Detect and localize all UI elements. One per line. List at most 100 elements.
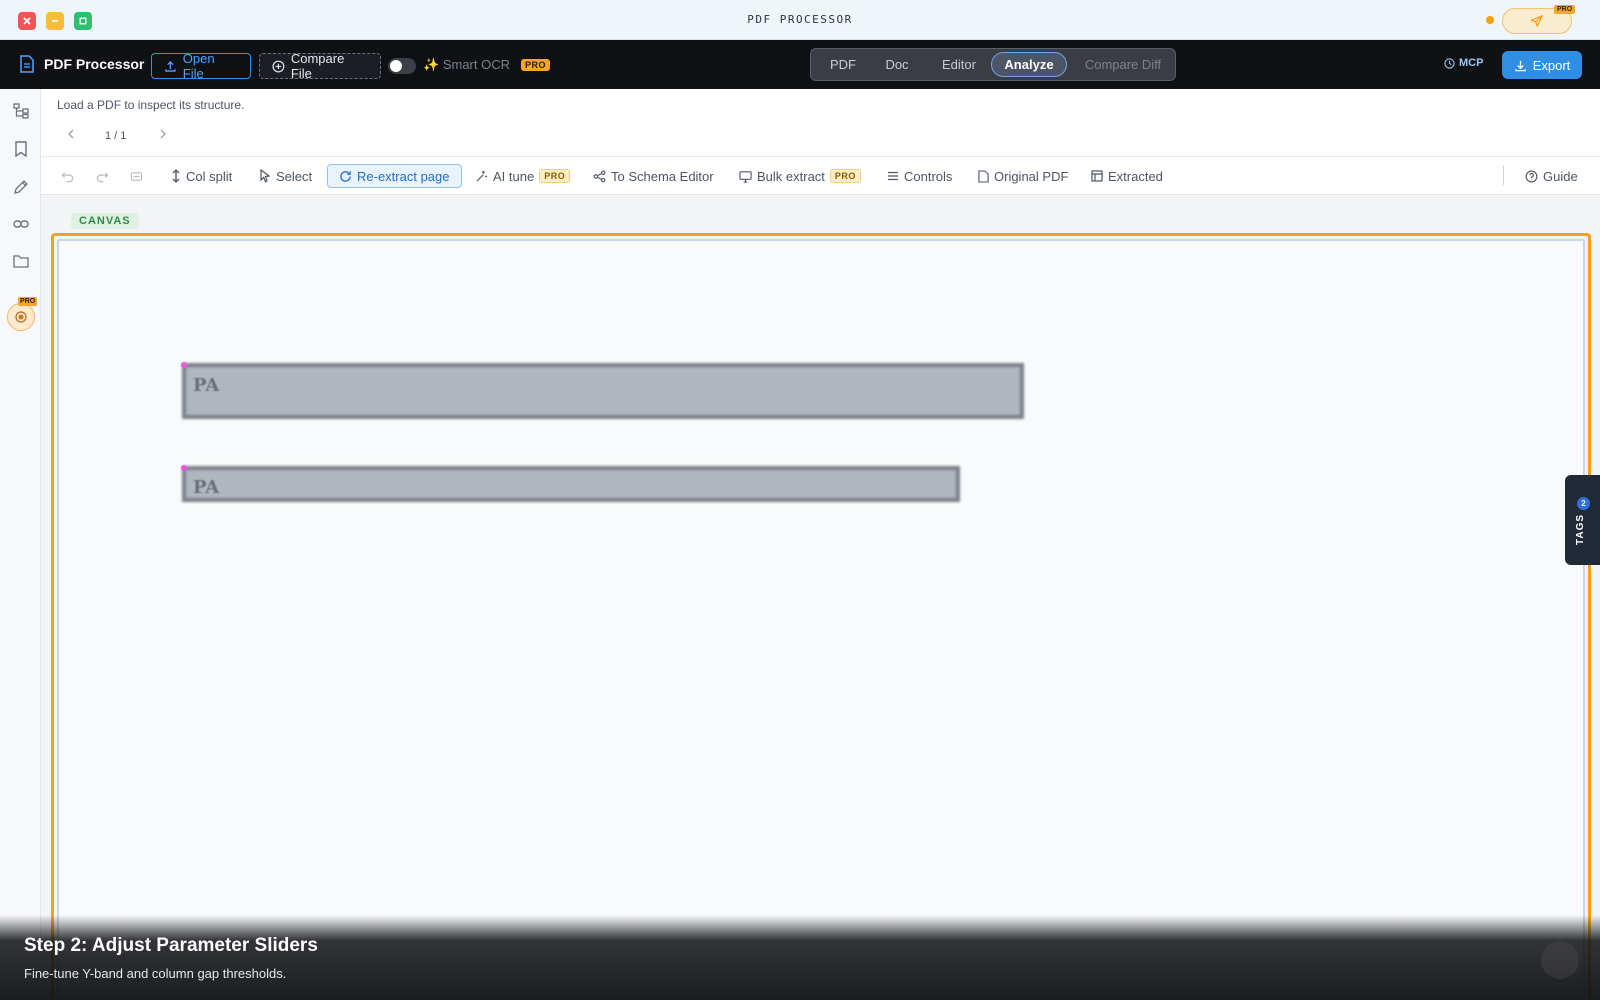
undo-icon [61, 171, 74, 182]
folder-icon[interactable] [11, 251, 31, 271]
send-icon [1530, 15, 1543, 27]
window-title: PDF PROCESSOR [747, 13, 853, 26]
guide-button[interactable]: Guide [1525, 165, 1578, 187]
smart-ocr-label: ✨ Smart OCR [423, 57, 510, 72]
tab-editor[interactable]: Editor [933, 52, 985, 77]
ai-tune-pro-badge: PRO [539, 169, 571, 183]
tags-panel-tab[interactable]: 2 TAGS [1565, 475, 1600, 565]
layout-icon [1091, 170, 1103, 182]
menu-lines-icon [888, 171, 898, 181]
canvas-area: CANVAS [41, 195, 1600, 1000]
structure-tree-icon[interactable] [11, 101, 31, 121]
open-file-label: Open File [182, 51, 215, 81]
bulk-extract-button[interactable]: Bulk extract PRO [739, 165, 861, 187]
share-nodes-icon [593, 170, 606, 182]
history-icon [130, 171, 143, 181]
help-circle-icon [1525, 170, 1538, 182]
tab-compare-diff[interactable]: Compare Diff [1075, 52, 1171, 77]
canvas-label: CANVAS [71, 213, 139, 229]
col-split-button[interactable]: Col split [171, 165, 232, 187]
tags-label: TAGS [1575, 513, 1586, 545]
reextract-label: Re-extract page [357, 168, 450, 184]
smart-ocr-toggle[interactable] [388, 58, 416, 74]
link-icon[interactable] [11, 214, 31, 234]
next-page-button[interactable] [159, 129, 167, 142]
download-icon [1514, 60, 1526, 71]
to-schema-label: To Schema Editor [611, 168, 714, 184]
send-pro-badge: PRO [1554, 5, 1576, 14]
to-schema-editor-button[interactable]: To Schema Editor [593, 165, 714, 187]
original-pdf-label: Original PDF [994, 168, 1069, 184]
toolbar-divider [1503, 165, 1504, 185]
mcp-label: MCP [1459, 57, 1484, 69]
sparkle-wand-icon [476, 170, 488, 182]
document-icon [20, 55, 34, 78]
history-button[interactable] [130, 165, 143, 187]
text-block[interactable] [182, 466, 960, 502]
plus-circle-icon [272, 60, 285, 72]
text-block-label: PA [193, 477, 220, 498]
ai-pro-badge: PRO [18, 297, 38, 306]
tour-next-button[interactable] [1541, 941, 1579, 979]
clock-icon [1444, 57, 1455, 69]
smart-ocr-pro-badge: PRO [521, 59, 551, 71]
app-brand: PDF Processor [44, 56, 145, 72]
tour-step-description: Fine-tune Y-band and column gap threshol… [24, 966, 287, 981]
page-indicator: 1 / 1 [105, 130, 127, 142]
file-icon [978, 169, 989, 183]
info-message: Load a PDF to inspect its structure. [57, 98, 245, 112]
prev-page-button[interactable] [67, 129, 75, 142]
pointer-icon [260, 169, 271, 183]
left-sidebar: PRO [0, 89, 41, 1000]
extracted-button[interactable]: Extracted [1091, 165, 1163, 187]
bookmark-icon[interactable] [11, 139, 31, 159]
compare-file-button[interactable]: Compare File [259, 51, 381, 81]
bulk-extract-pro-badge: PRO [829, 169, 861, 183]
tab-pdf[interactable]: PDF [823, 52, 863, 77]
controls-button[interactable]: Controls [887, 165, 952, 187]
bulk-extract-label: Bulk extract [757, 168, 825, 184]
upload-icon [165, 60, 176, 72]
redo-button[interactable] [96, 165, 109, 187]
ai-brain-button[interactable] [7, 303, 35, 331]
monitor-icon [739, 170, 752, 183]
redo-icon [96, 171, 109, 182]
block-handle[interactable] [181, 362, 187, 368]
window-titlebar: PDF PROCESSOR PRO [0, 0, 1600, 40]
select-label: Select [276, 168, 313, 184]
original-pdf-button[interactable]: Original PDF [978, 165, 1068, 187]
chevron-right-icon [160, 129, 166, 139]
chevron-left-icon [68, 129, 74, 139]
document-info-bar: Load a PDF to inspect its structure. 1 /… [41, 89, 1600, 157]
compare-file-label: Compare File [290, 51, 345, 81]
guide-label: Guide [1543, 168, 1578, 184]
tab-doc[interactable]: Doc [877, 52, 917, 77]
ai-tune-button[interactable]: AI tune PRO [475, 165, 571, 187]
export-label: Export [1532, 57, 1571, 73]
tags-count-badge: 2 [1577, 497, 1590, 510]
mcp-button[interactable]: MCP [1444, 57, 1483, 69]
reextract-page-button[interactable]: Re-extract page [327, 164, 462, 188]
vertical-arrows-icon [172, 169, 180, 183]
analyze-toolbar: Col split Select Re-extract page AI tune… [41, 157, 1600, 195]
text-block-label: PA [193, 375, 220, 396]
status-dot [1486, 16, 1494, 24]
undo-button[interactable] [61, 165, 74, 187]
extracted-label: Extracted [1108, 168, 1163, 184]
pen-edit-icon[interactable] [11, 177, 31, 197]
block-handle[interactable] [181, 465, 187, 471]
select-button[interactable]: Select [259, 165, 312, 187]
mode-tabs: PDF Doc Editor Analyze Compare Diff [810, 48, 1176, 81]
tour-step-title: Step 2: Adjust Parameter Sliders [24, 935, 318, 956]
ai-tune-label: AI tune [493, 168, 535, 184]
open-file-button[interactable]: Open File [151, 51, 251, 81]
sparkle-icon: ✨ [423, 57, 440, 72]
tab-analyze[interactable]: Analyze [991, 52, 1067, 77]
col-split-label: Col split [186, 168, 233, 184]
controls-label: Controls [904, 168, 953, 184]
ai-brain-icon [15, 311, 27, 323]
pdf-page[interactable] [57, 239, 1585, 1000]
app-header: PDF Processor Open File Compare File ✨ S… [0, 40, 1600, 89]
text-block[interactable] [182, 363, 1024, 419]
export-button[interactable]: Export [1502, 51, 1582, 79]
